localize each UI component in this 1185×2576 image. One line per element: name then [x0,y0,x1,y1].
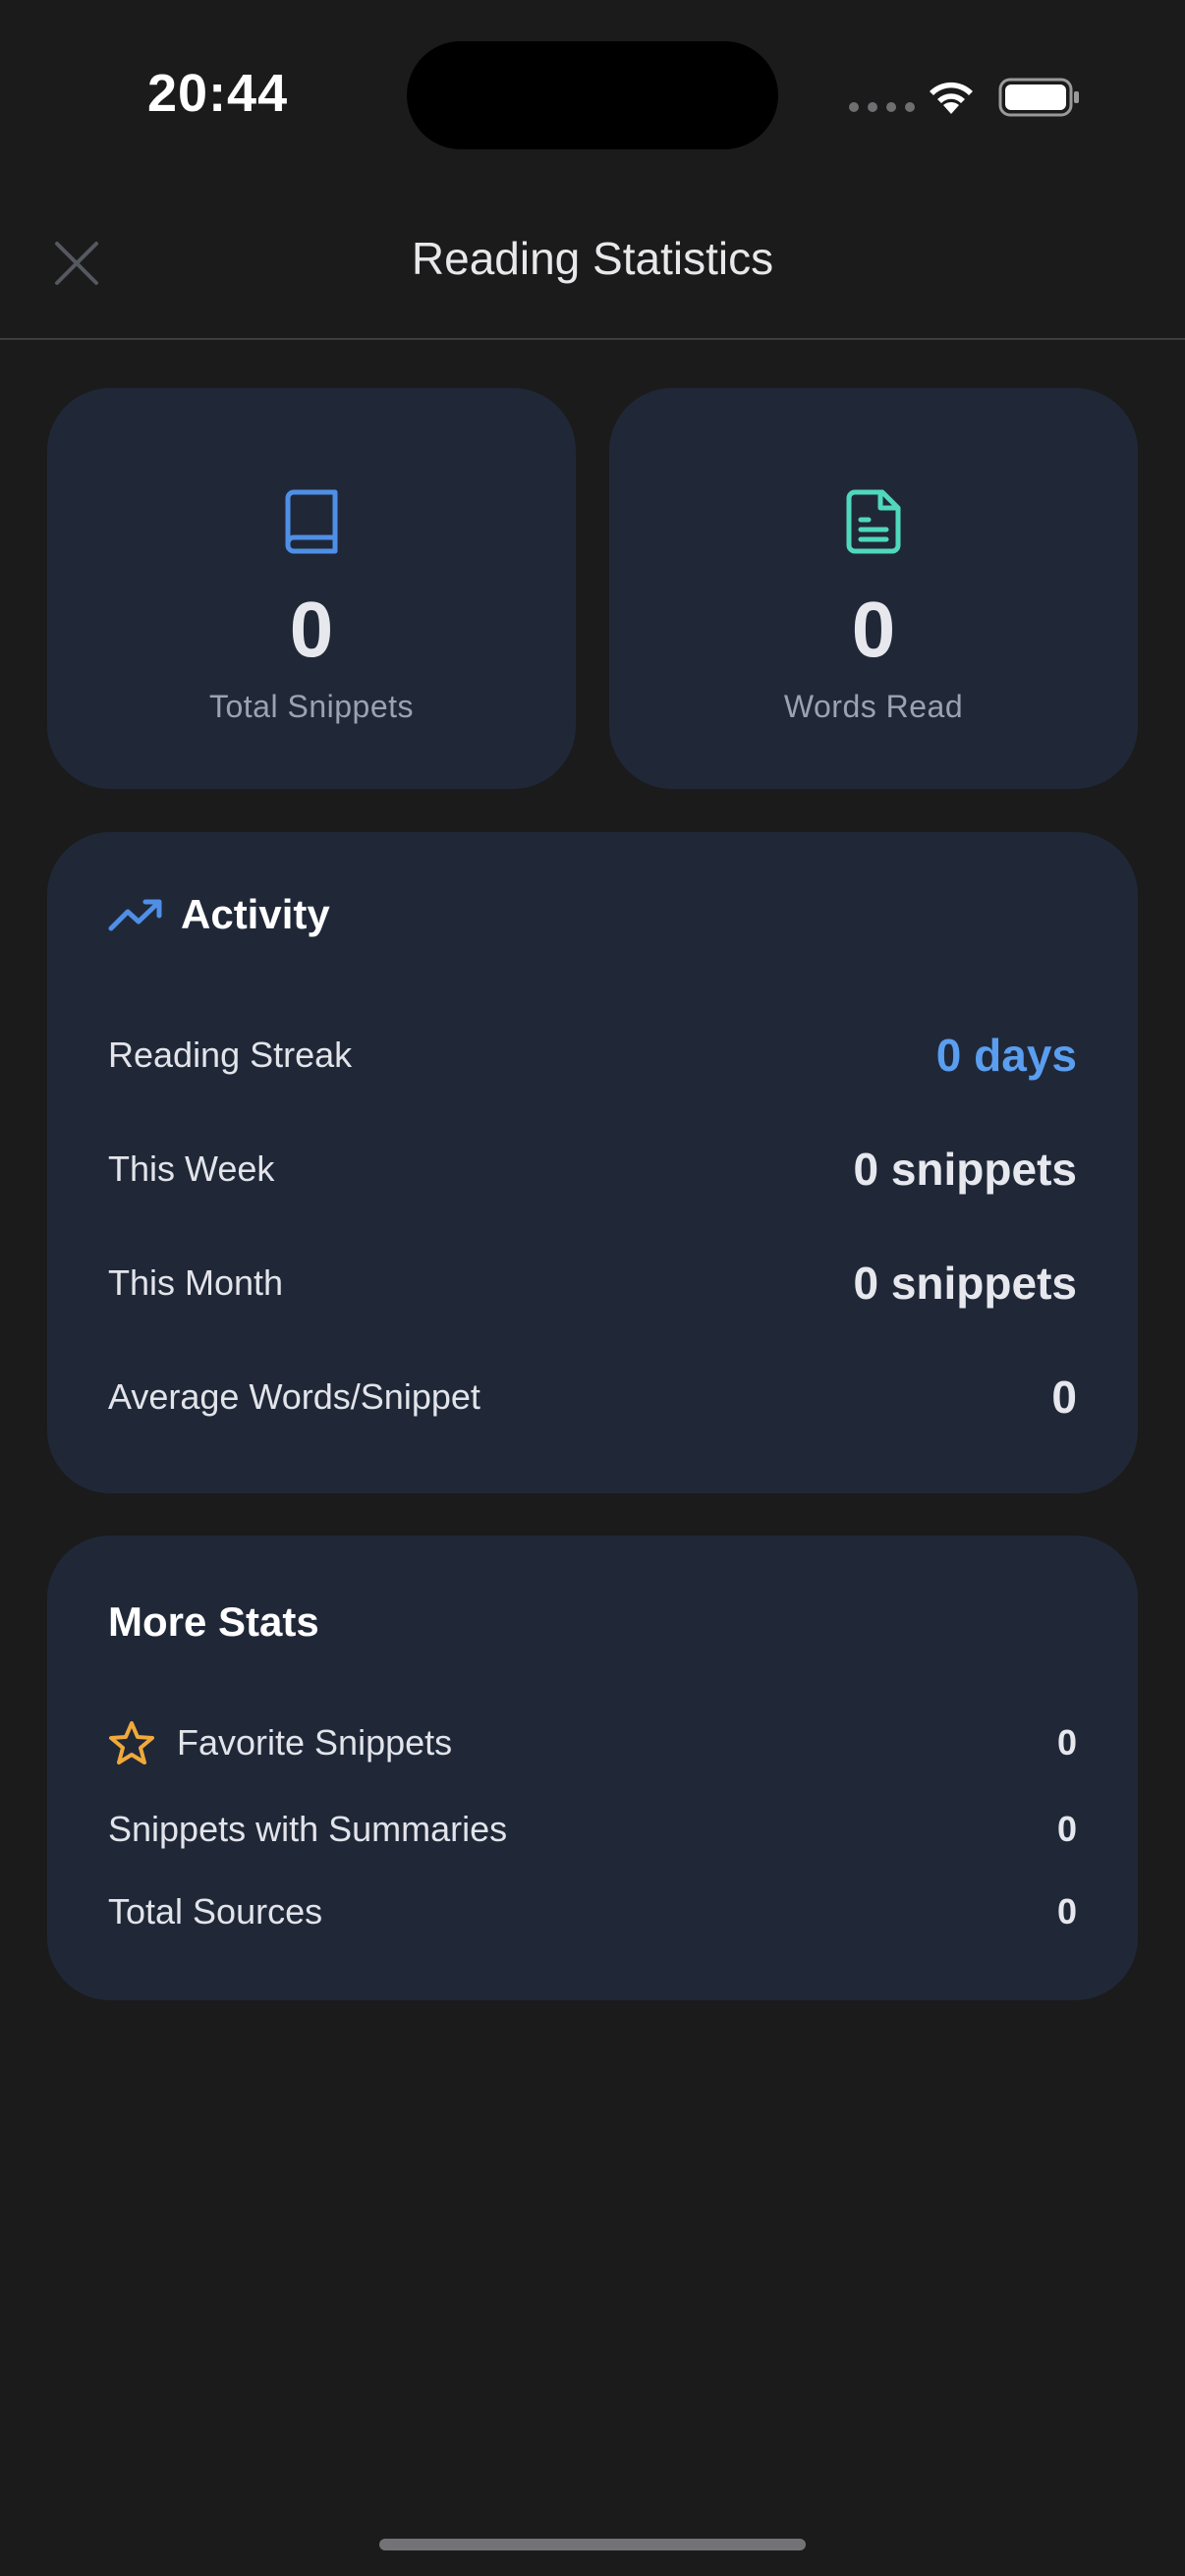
row-label: Snippets with Summaries [108,1809,508,1849]
this-month-row: This Month 0 snippets [108,1257,1077,1310]
navigation-bar: Reading Statistics [0,187,1185,340]
total-snippets-card: 0 Total Snippets [47,388,576,789]
favorite-snippets-row: Favorite Snippets 0 [108,1720,1077,1765]
this-month-value: 0 snippets [853,1258,1077,1309]
this-week-value: 0 snippets [853,1144,1077,1195]
more-stats-card: More Stats Favorite Snippets 0 Snippets … [47,1536,1138,2000]
star-icon [109,1721,154,1764]
total-snippets-value: 0 [289,586,334,673]
nav-divider [0,338,1185,340]
document-icon [846,489,901,554]
row-label: This Week [108,1148,275,1189]
dynamic-island [407,41,778,149]
home-indicator[interactable] [379,2539,806,2550]
words-read-card: 0 Words Read [609,388,1138,789]
favorite-snippets-value: 0 [1056,1722,1077,1763]
this-week-row: This Week 0 snippets [108,1143,1077,1196]
row-label: Reading Streak [108,1035,353,1075]
row-label: Total Sources [108,1891,323,1932]
more-stats-title: More Stats [108,1598,319,1645]
summaries-value: 0 [1056,1809,1077,1849]
cellular-signal-icon [849,102,915,112]
average-words-row: Average Words/Snippet 0 [108,1371,1077,1424]
total-sources-row: Total Sources 0 [108,1891,1077,1932]
activity-card: Activity Reading Streak 0 days This Week… [47,832,1138,1493]
row-label: Favorite Snippets [177,1722,453,1763]
trending-up-icon [108,899,162,931]
book-icon [285,489,338,554]
wifi-icon [930,82,973,114]
reading-streak-row: Reading Streak 0 days [108,1029,1077,1082]
average-words-value: 0 [1051,1372,1077,1423]
total-snippets-label: Total Snippets [208,689,414,724]
reading-streak-value: 0 days [935,1030,1077,1081]
words-read-label: Words Read [783,689,964,724]
activity-header: Activity [108,891,330,938]
battery-icon [998,78,1079,117]
words-read-value: 0 [851,586,896,673]
row-label: This Month [108,1262,284,1303]
activity-title: Activity [181,891,330,937]
total-sources-value: 0 [1056,1891,1077,1932]
status-time: 20:44 [147,64,289,123]
row-label: Average Words/Snippet [108,1376,480,1417]
summaries-row: Snippets with Summaries 0 [108,1809,1077,1850]
page-title: Reading Statistics [411,233,774,284]
